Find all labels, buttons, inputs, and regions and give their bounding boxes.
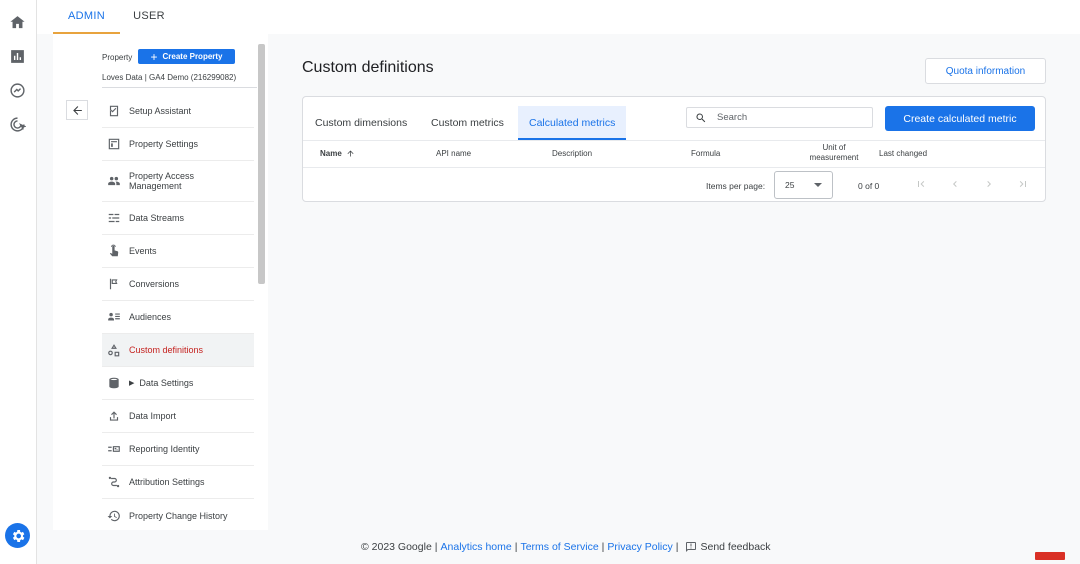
nav-label: Audiences	[129, 312, 172, 322]
nav-label: Events	[129, 246, 157, 256]
search-input[interactable]	[717, 112, 857, 123]
analytics-home-link[interactable]: Analytics home	[441, 541, 512, 553]
nav-item-events[interactable]: Events	[102, 235, 254, 268]
search-box[interactable]	[686, 107, 873, 128]
nav-item-setup-assistant[interactable]: Setup Assistant	[102, 95, 254, 128]
column-name-label: Name	[320, 149, 342, 158]
nav-label: Data Import	[129, 411, 177, 421]
column-header-api-name[interactable]: API name	[436, 149, 471, 158]
items-per-page-select[interactable]: 25	[774, 171, 833, 199]
column-header-description[interactable]: Description	[552, 149, 592, 158]
nav-label: Custom definitions	[129, 345, 204, 355]
attribution-icon	[102, 475, 129, 489]
nav-item-attribution-settings[interactable]: Attribution Settings	[102, 466, 254, 499]
header-divider	[303, 167, 1045, 168]
nav-label: Reporting Identity	[129, 444, 200, 454]
property-name: Loves Data | GA4 Demo (216299082)	[102, 73, 257, 88]
nav-item-custom-definitions[interactable]: Custom definitions	[102, 334, 254, 367]
nav-item-property-change-history[interactable]: Property Change History	[102, 499, 254, 532]
nav-label: Data Settings	[139, 378, 194, 388]
create-calculated-metric-button[interactable]: Create calculated metric	[885, 106, 1035, 131]
advertising-icon[interactable]	[8, 115, 26, 133]
nav-item-property-access-management[interactable]: Property Access Management	[102, 161, 254, 202]
tab-admin[interactable]: ADMIN	[53, 0, 120, 34]
send-feedback-link[interactable]: Send feedback	[700, 541, 770, 553]
nav-item-property-settings[interactable]: Property Settings	[102, 128, 254, 161]
identity-icon	[102, 442, 129, 456]
subscribe-badge	[1035, 552, 1065, 560]
feedback-icon	[686, 542, 697, 552]
terms-link[interactable]: Terms of Service	[520, 541, 598, 553]
nav-item-audiences[interactable]: Audiences	[102, 301, 254, 334]
nav-item-reporting-identity[interactable]: Reporting Identity	[102, 433, 254, 466]
database-icon	[102, 376, 129, 390]
touch-icon	[102, 244, 129, 258]
explore-icon[interactable]	[8, 81, 26, 99]
nav-item-data-streams[interactable]: Data Streams	[102, 202, 254, 235]
property-icon	[102, 137, 129, 151]
definitions-card: Custom dimensions Custom metrics Calcula…	[302, 96, 1046, 202]
column-header-last-changed[interactable]: Last changed	[879, 149, 927, 158]
nav-item-data-import[interactable]: Data Import	[102, 400, 254, 433]
tab-calculated-metrics[interactable]: Calculated metrics	[518, 106, 627, 140]
page-title: Custom definitions	[302, 59, 434, 76]
flag-icon	[102, 277, 129, 291]
expand-caret-icon[interactable]: ▶	[129, 379, 134, 387]
audience-icon	[102, 310, 129, 324]
back-button[interactable]	[66, 100, 88, 120]
shapes-icon	[102, 343, 129, 357]
top-tab-bar: ADMIN USER	[37, 0, 1080, 34]
admin-nav: Property + Create Property Loves Data | …	[53, 34, 268, 530]
tab-custom-metrics[interactable]: Custom metrics	[420, 106, 515, 140]
property-label: Property	[102, 53, 133, 62]
nav-label: Property Change History	[129, 510, 228, 521]
copyright: © 2023 Google	[361, 541, 432, 553]
pagination-range: 0 of 0	[858, 181, 880, 191]
nav-item-conversions[interactable]: Conversions	[102, 268, 254, 301]
streams-icon	[102, 211, 129, 225]
nav-label: Property Settings	[129, 139, 199, 149]
first-page-icon[interactable]	[914, 177, 928, 191]
nav-label: Conversions	[129, 279, 180, 289]
items-per-page-value: 25	[785, 180, 795, 190]
tabs-divider	[303, 140, 1045, 141]
create-property-button[interactable]: + Create Property	[138, 49, 235, 64]
home-icon[interactable]	[8, 13, 26, 31]
column-header-formula[interactable]: Formula	[691, 149, 720, 158]
last-page-icon[interactable]	[1016, 177, 1030, 191]
create-property-label: Create Property	[162, 52, 223, 61]
admin-gear-icon[interactable]	[5, 523, 30, 548]
search-icon	[696, 113, 706, 122]
items-per-page-label: Items per page:	[706, 181, 766, 191]
column-header-name[interactable]: Name	[320, 149, 355, 158]
checklist-icon	[102, 104, 129, 118]
left-rail	[0, 0, 37, 564]
people-icon	[102, 174, 129, 188]
tab-custom-dimensions[interactable]: Custom dimensions	[304, 106, 418, 140]
dropdown-arrow-icon	[814, 183, 822, 187]
column-header-unit[interactable]: Unit of measurement	[799, 143, 869, 163]
nav-label: Property Access Management	[129, 171, 195, 191]
tab-user[interactable]: USER	[129, 0, 169, 34]
privacy-link[interactable]: Privacy Policy	[607, 541, 672, 553]
arrow-back-icon	[72, 105, 82, 115]
nav-label: Attribution Settings	[129, 477, 205, 487]
upload-icon	[102, 409, 129, 423]
plus-icon: +	[150, 49, 158, 64]
nav-scrollbar[interactable]	[258, 44, 265, 284]
previous-page-icon[interactable]	[948, 177, 962, 191]
next-page-icon[interactable]	[982, 177, 996, 191]
nav-item-data-settings[interactable]: ▶ Data Settings	[102, 367, 254, 400]
nav-label: Data Streams	[129, 213, 185, 223]
reports-icon[interactable]	[8, 47, 26, 65]
quota-information-button[interactable]: Quota information	[925, 58, 1046, 84]
history-icon	[102, 509, 129, 523]
nav-label: Setup Assistant	[129, 106, 192, 116]
sort-arrow-up-icon	[347, 150, 354, 157]
